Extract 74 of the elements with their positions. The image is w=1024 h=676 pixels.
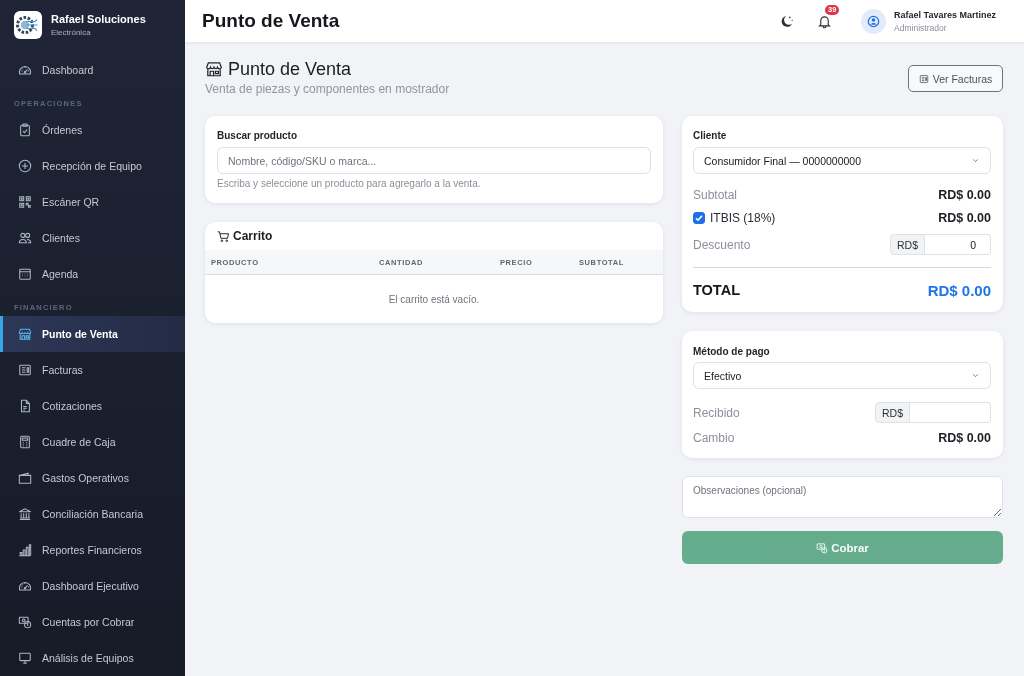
cash-coin-icon (18, 615, 32, 629)
nav-item[interactable]: Clientes (0, 220, 185, 256)
nav-item[interactable]: Facturas (0, 352, 185, 388)
nav-item[interactable]: Conciliación Bancaria (0, 496, 185, 532)
speedometer-icon (18, 579, 32, 593)
nav-item[interactable]: Análisis de Equipos (0, 640, 185, 676)
cart-icon (217, 229, 230, 243)
nav-item[interactable]: Dashboard (0, 52, 185, 88)
speedometer-icon (18, 63, 32, 77)
page-subtitle: Venta de piezas y componentes en mostrador (205, 82, 450, 96)
bell-icon[interactable] (817, 13, 833, 29)
monitor-icon (18, 651, 32, 665)
notes-field[interactable]: Observaciones (opcional) (682, 476, 1003, 518)
calendar-icon (18, 267, 32, 281)
chevron-down-icon (971, 156, 980, 165)
product-search-field[interactable]: Nombre, código/SKU o marca... (217, 147, 651, 174)
brand-name: Rafael Soluciones (51, 12, 146, 26)
field-label: Buscar producto (217, 130, 298, 142)
chevron-down-icon (971, 371, 980, 380)
help-text: Escriba y seleccione un producto para agregarlo a la venta. (217, 178, 482, 190)
client-select[interactable]: Consumidor Final — 0000000000 (693, 147, 991, 174)
summary-label: Cambio (693, 431, 735, 445)
received-amount-field[interactable] (910, 402, 991, 423)
nav-item[interactable]: Agenda (0, 256, 185, 292)
nav-item[interactable]: Órdenes (0, 112, 185, 148)
summary-value: RD$ 0.00 (938, 211, 991, 225)
nav-item[interactable]: Cotizaciones (0, 388, 185, 424)
cash-coin-icon (816, 541, 829, 554)
empty-cart-message: El carrito está vacío. (388, 293, 480, 305)
summary-value: RD$ 0.00 (938, 431, 991, 445)
view-invoices-button[interactable]: Ver Facturas (908, 65, 1003, 92)
nav-item[interactable]: Cuentas por Cobrar (0, 604, 185, 640)
nav-item[interactable]: Punto de Venta (0, 316, 185, 352)
summary-label: Descuento (693, 237, 751, 252)
currency-prefix: RD$ (890, 234, 925, 255)
summary-label: Recibido (693, 405, 740, 420)
discount-field[interactable]: 0 (925, 234, 991, 255)
file-text-icon (18, 399, 32, 413)
nav-item[interactable]: Dashboard Ejecutivo (0, 568, 185, 604)
document-list-icon (18, 363, 32, 377)
user-name: Rafael Tavares Martinez (894, 9, 996, 21)
bar-chart-icon (18, 543, 32, 557)
storefront-icon (18, 327, 32, 341)
card-title: Carrito (233, 229, 273, 243)
people-icon (18, 231, 32, 245)
summary-label: Subtotal (693, 188, 738, 202)
total-label: TOTAL (693, 282, 740, 298)
nav-item[interactable]: Gastos Operativos (0, 460, 185, 496)
total-amount: RD$ 0.00 (927, 281, 991, 299)
field-label: Cliente (693, 130, 728, 142)
bank-icon (18, 507, 32, 521)
user-role: Administrador (894, 22, 948, 33)
page-heading: Punto de Venta (228, 58, 352, 80)
payment-method-select[interactable]: Efectivo (693, 362, 991, 389)
summary-value: RD$ 0.00 (938, 188, 991, 202)
nav-item[interactable]: Escáner QR (0, 184, 185, 220)
currency-prefix: RD$ (875, 402, 910, 423)
nav-item[interactable]: Recepción de Equipo (0, 148, 185, 184)
checkbox-label: ITBIS (18%) (710, 211, 776, 225)
header-title: Punto de Venta (202, 10, 340, 32)
clipboard-check-icon (18, 123, 32, 137)
field-label: Método de pago (693, 346, 771, 358)
qr-code-icon (18, 195, 32, 209)
plus-circle-icon (18, 159, 32, 173)
gear-logo-icon (14, 11, 42, 39)
wallet-icon (18, 471, 32, 485)
nav-item[interactable]: Cuadre de Caja (0, 424, 185, 460)
user-avatar-icon[interactable] (861, 8, 887, 34)
nav-item[interactable]: Reportes Financieros (0, 532, 185, 568)
checkbox[interactable] (693, 212, 705, 224)
storefront-icon (205, 60, 223, 78)
document-list-icon (918, 73, 929, 84)
brand-tagline: Electrónica (51, 27, 92, 38)
calculator-icon (18, 435, 32, 449)
